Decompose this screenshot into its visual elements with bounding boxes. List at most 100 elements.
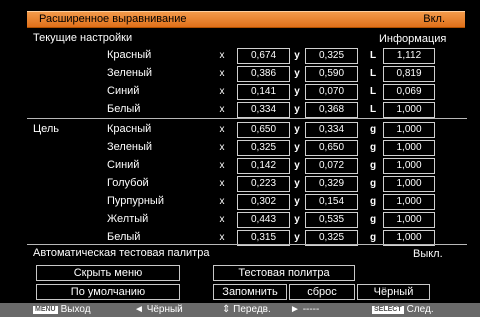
color-name: Желтый	[107, 213, 149, 225]
third-label: L	[369, 50, 377, 61]
info-header: Информация	[379, 33, 447, 45]
third-label: g	[369, 196, 377, 207]
color-name: Пурпурный	[107, 195, 164, 207]
third-value-field[interactable]: 0,819	[383, 66, 435, 82]
third-value-field[interactable]: 1,000	[383, 140, 435, 156]
third-value-field[interactable]: 1,000	[383, 212, 435, 228]
third-label: g	[369, 232, 377, 243]
third-label: g	[369, 178, 377, 189]
select-key-icon: SELECT	[372, 306, 404, 314]
x-label: x	[219, 214, 225, 225]
x-label: x	[219, 86, 225, 97]
color-row[interactable]: Цель Красный x 0,650 y 0,334 g 1,000	[27, 121, 467, 138]
menu-title: Расширенное выравнивание	[39, 13, 187, 25]
current-settings-header: Текущие настройки	[33, 32, 133, 44]
bottom-help-bar: MENU Выход ◄ Чёрный ⇕ Передв. ► ----- SEL…	[0, 303, 480, 317]
color-row[interactable]: Зеленый x 0,386 y 0,590 L 0,819	[27, 65, 467, 82]
help-exit-label: Выход	[60, 304, 91, 315]
auto-palette-value[interactable]: Выкл.	[413, 247, 443, 261]
up-down-arrow-icon: ⇕	[222, 304, 231, 315]
help-move: ⇕ Передв.	[222, 303, 271, 317]
y-label: y	[294, 104, 300, 115]
x-value-field[interactable]: 0,141	[237, 84, 290, 100]
x-value-field[interactable]: 0,386	[237, 66, 290, 82]
third-label: g	[369, 214, 377, 225]
menu-key-icon: MENU	[33, 306, 58, 314]
help-next-empty: ► -----	[290, 303, 319, 317]
color-row[interactable]: Пурпурный x 0,302 y 0,154 g 1,000	[27, 193, 467, 210]
menu-title-bar[interactable]: Расширенное выравнивание Вкл.	[27, 11, 465, 28]
y-label: y	[294, 50, 300, 61]
y-value-field[interactable]: 0,535	[305, 212, 358, 228]
y-value-field[interactable]: 0,590	[305, 66, 358, 82]
y-value-field[interactable]: 0,368	[305, 102, 358, 118]
x-value-field[interactable]: 0,650	[237, 122, 290, 138]
hide-menu-button[interactable]: Скрыть меню	[36, 265, 180, 281]
y-value-field[interactable]: 0,334	[305, 122, 358, 138]
third-label: L	[369, 68, 377, 79]
color-row[interactable]: Желтый x 0,443 y 0,535 g 1,000	[27, 211, 467, 228]
third-value-field[interactable]: 1,000	[383, 122, 435, 138]
y-label: y	[294, 232, 300, 243]
test-palette-button[interactable]: Тестовая политра	[213, 265, 355, 281]
color-name: Белый	[107, 103, 141, 115]
y-value-field[interactable]: 0,329	[305, 176, 358, 192]
store-button[interactable]: Запомнить	[213, 284, 287, 300]
help-black-label: Чёрный	[146, 304, 183, 315]
x-value-field[interactable]: 0,302	[237, 194, 290, 210]
x-value-field[interactable]: 0,223	[237, 176, 290, 192]
default-button[interactable]: По умолчанию	[36, 284, 180, 300]
y-label: y	[294, 124, 300, 135]
third-value-field[interactable]: 1,000	[383, 176, 435, 192]
x-value-field[interactable]: 0,325	[237, 140, 290, 156]
y-label: y	[294, 178, 300, 189]
third-value-field[interactable]: 1,112	[383, 48, 435, 64]
third-value-field[interactable]: 1,000	[383, 194, 435, 210]
reset-button[interactable]: сброс	[289, 284, 355, 300]
color-row[interactable]: Синий x 0,142 y 0,072 g 1,000	[27, 157, 467, 174]
x-label: x	[219, 196, 225, 207]
color-row[interactable]: Синий x 0,141 y 0,070 L 0,069	[27, 83, 467, 100]
y-label: y	[294, 160, 300, 171]
help-exit: MENU Выход	[33, 303, 91, 317]
y-value-field[interactable]: 0,154	[305, 194, 358, 210]
x-label: x	[219, 124, 225, 135]
y-label: y	[294, 68, 300, 79]
x-label: x	[219, 68, 225, 79]
y-label: y	[294, 196, 300, 207]
color-row[interactable]: Голубой x 0,223 y 0,329 g 1,000	[27, 175, 467, 192]
x-label: x	[219, 50, 225, 61]
color-name: Зеленый	[107, 141, 153, 153]
third-label: L	[369, 86, 377, 97]
help-select-label: След.	[406, 304, 434, 315]
third-value-field[interactable]: 1,000	[383, 158, 435, 174]
third-label: L	[369, 104, 377, 115]
black-button[interactable]: Чёрный	[357, 284, 430, 300]
third-value-field[interactable]: 1,000	[383, 102, 435, 118]
divider	[27, 244, 467, 245]
help-black: ◄ Чёрный	[134, 303, 183, 317]
x-value-field[interactable]: 0,443	[237, 212, 290, 228]
color-row[interactable]: Белый x 0,334 y 0,368 L 1,000	[27, 101, 467, 118]
x-label: x	[219, 160, 225, 171]
color-name: Синий	[107, 159, 140, 171]
color-row[interactable]: Красный x 0,674 y 0,325 L 1,112	[27, 47, 467, 64]
color-name: Синий	[107, 85, 140, 97]
x-value-field[interactable]: 0,674	[237, 48, 290, 64]
third-value-field[interactable]: 0,069	[383, 84, 435, 100]
x-label: x	[219, 104, 225, 115]
help-next-empty-label: -----	[302, 304, 320, 315]
divider	[27, 118, 467, 119]
help-move-label: Передв.	[233, 304, 271, 315]
y-value-field[interactable]: 0,072	[305, 158, 358, 174]
y-value-field[interactable]: 0,070	[305, 84, 358, 100]
x-label: x	[219, 142, 225, 153]
y-value-field[interactable]: 0,650	[305, 140, 358, 156]
color-row[interactable]: Зеленый x 0,325 y 0,650 g 1,000	[27, 139, 467, 156]
x-value-field[interactable]: 0,334	[237, 102, 290, 118]
third-label: g	[369, 142, 377, 153]
auto-palette-label: Автоматическая тестовая палитра	[33, 247, 210, 259]
y-value-field[interactable]: 0,325	[305, 48, 358, 64]
x-value-field[interactable]: 0,142	[237, 158, 290, 174]
y-label: y	[294, 142, 300, 153]
